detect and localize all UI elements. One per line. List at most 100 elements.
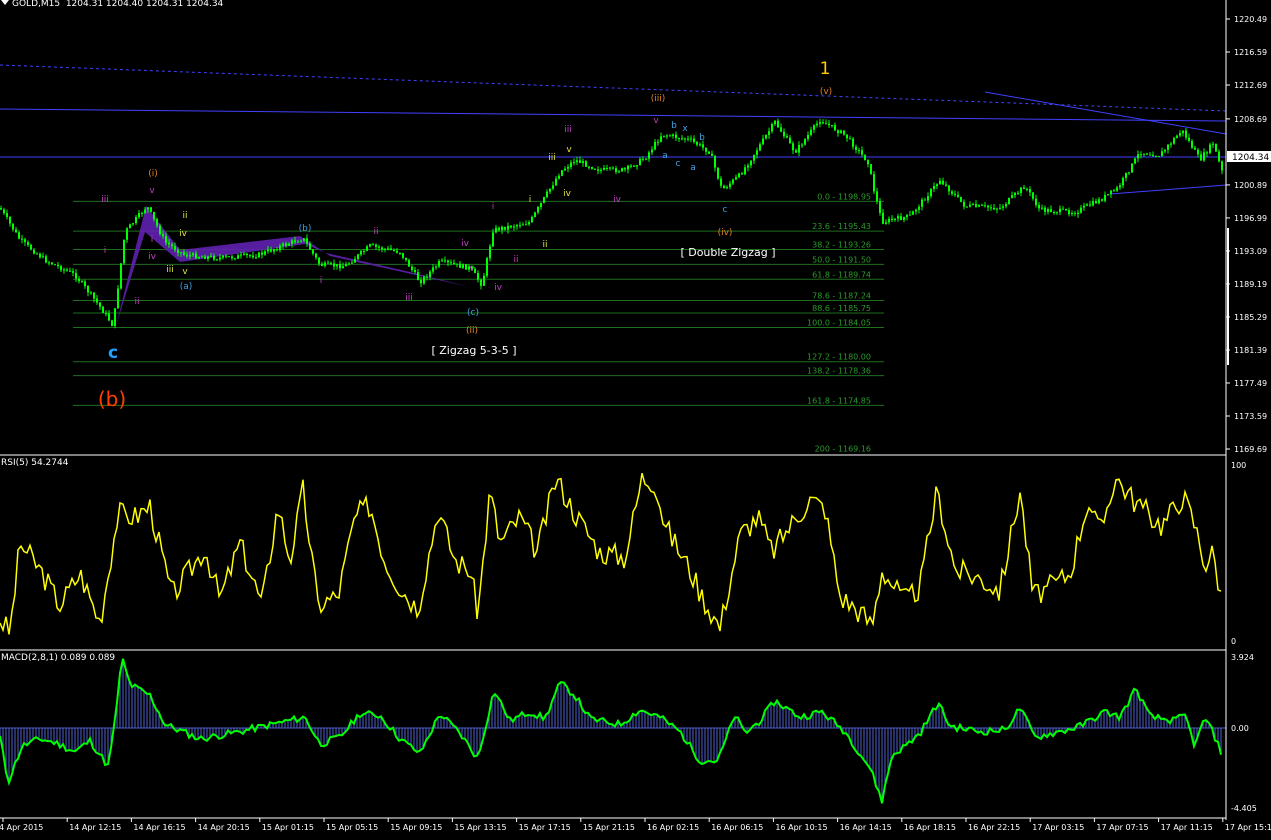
dropdown-triangle-icon[interactable] (1, 0, 9, 5)
price-candle-body (39, 253, 41, 258)
price-candle-body (210, 255, 212, 257)
price-candle-body (585, 161, 587, 167)
price-candle-body (603, 167, 605, 170)
price-candle-body (588, 166, 590, 168)
price-candle-body (459, 263, 461, 268)
time-tick-label: 17 Apr 15:15 (1225, 823, 1271, 832)
price-candle-body (420, 280, 422, 284)
price-candle-body (699, 144, 701, 146)
price-candle-body (240, 254, 242, 256)
rsi-title: RSI(5) 54.2744 (1, 458, 69, 468)
price-candle-body (1056, 212, 1058, 214)
price-candle-body (522, 224, 524, 226)
wave-label: (ii) (466, 326, 478, 336)
price-candle-body (15, 229, 17, 233)
price-candle-body (507, 225, 509, 230)
price-candle-body (1059, 208, 1061, 213)
price-candle-body (432, 267, 434, 272)
price-candle-body (375, 244, 377, 247)
macd-scale-zero: 0.00 (1231, 724, 1249, 733)
wave-label: v (653, 116, 659, 126)
price-candle-body (315, 253, 317, 258)
wave-label: a (662, 151, 668, 161)
macd-series (0, 658, 1226, 804)
price-candle-body (234, 258, 236, 260)
wave-label: (c) (467, 308, 479, 318)
price-candle-body (102, 306, 104, 314)
price-candle-body (1032, 192, 1034, 199)
price-candle-body (276, 249, 278, 251)
price-candle-body (441, 260, 443, 262)
price-candle-body (870, 164, 872, 175)
price-tick-label: 1193.09 (1234, 247, 1267, 256)
price-candle-body (612, 167, 614, 169)
price-candle-body (591, 167, 593, 169)
price-candle-body (90, 292, 92, 294)
macd-scale-bottom: -4.405 (1231, 804, 1257, 813)
wave-label: a (690, 163, 696, 173)
price-candle-body (3, 209, 5, 214)
price-candle-body (1125, 172, 1127, 178)
price-candle-body (84, 281, 86, 287)
price-series (0, 118, 1223, 329)
price-candle-body (921, 199, 923, 207)
chart-canvas[interactable]: 0.0 - 1198.95 23.6 - 1195.43 38.2 - 1193.2… (0, 0, 1271, 836)
price-candle-body (882, 212, 884, 224)
price-candle-body (1122, 177, 1124, 186)
price-candle-body (816, 123, 818, 126)
wave-label: iii (564, 125, 572, 135)
price-tick-label: 1173.59 (1234, 412, 1267, 421)
price-candle-body (1023, 187, 1025, 190)
price-candle-body (657, 141, 659, 143)
price-candle-body (570, 162, 572, 168)
price-candle-body (753, 154, 755, 161)
price-candle-body (117, 288, 119, 309)
price-candle-body (738, 173, 740, 178)
price-candle-body (237, 255, 239, 259)
wedge-upper-line (984, 91, 1227, 135)
price-candle-body (150, 207, 152, 212)
price-candle-body (75, 272, 77, 279)
price-candle-body (1137, 154, 1139, 159)
wave-label: b (671, 121, 677, 131)
price-candle-body (993, 207, 995, 210)
price-candle-body (228, 256, 230, 258)
price-candle-body (1218, 151, 1220, 162)
price-candle-body (0, 208, 2, 210)
price-candle-body (777, 120, 779, 128)
price-candle-body (192, 253, 194, 256)
price-candle-body (513, 226, 515, 228)
price-candle-body (186, 254, 188, 257)
price-candle-body (618, 171, 620, 173)
rsi-scale-bottom: 0 (1231, 637, 1236, 646)
price-candle-body (294, 240, 296, 243)
price-candle-body (987, 205, 989, 208)
price-candle-body (948, 185, 950, 192)
price-candle-body (168, 242, 170, 245)
price-candle-body (1080, 207, 1082, 213)
price-candle-body (303, 238, 305, 241)
price-candle-body (933, 186, 935, 190)
price-candle-body (351, 262, 353, 264)
time-tick-label: 15 Apr 05:15 (326, 823, 378, 832)
price-candle-body (960, 196, 962, 202)
price-candle-body (1209, 144, 1211, 153)
price-candle-body (63, 269, 65, 271)
chart-window[interactable]: 0.0 - 1198.95 23.6 - 1195.43 38.2 - 1193.2… (0, 0, 1271, 836)
price-candle-body (81, 281, 83, 283)
time-tick-label: 16 Apr 02:15 (647, 823, 699, 832)
price-candle-body (663, 135, 665, 137)
price-candle-body (348, 263, 350, 265)
price-candle-body (1086, 204, 1088, 206)
price-candle-body (279, 245, 281, 251)
price-candle-body (408, 259, 410, 267)
price-tick-label: 1177.49 (1234, 379, 1267, 388)
wave-label: ii (373, 227, 378, 237)
price-candle-body (840, 130, 842, 134)
price-candle-body (141, 212, 143, 214)
price-candle-body (915, 209, 917, 212)
wave-label: (i) (148, 169, 158, 179)
price-candle-body (813, 125, 815, 130)
wave-b-label: (b) (98, 387, 126, 411)
price-tick-label: 1220.49 (1234, 15, 1267, 24)
